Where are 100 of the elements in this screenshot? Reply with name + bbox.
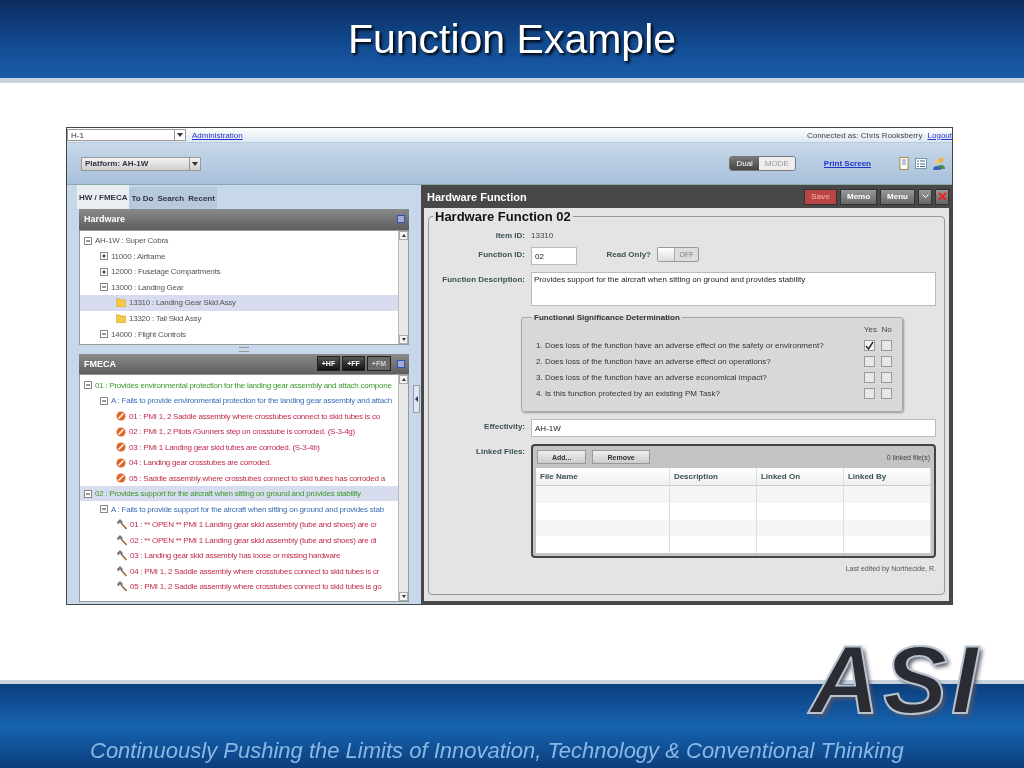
checkbox[interactable] bbox=[881, 372, 892, 383]
column-header[interactable]: Linked By bbox=[843, 468, 931, 486]
tree-row[interactable]: 13310 : Landing Gear Skid Assy bbox=[80, 295, 398, 311]
header-button[interactable]: Memo bbox=[840, 188, 878, 205]
tree-label: AH-1W : Super Cobra bbox=[95, 236, 169, 246]
tree-label: 12000 : Fuselage Compartments bbox=[111, 267, 221, 277]
column-header[interactable]: File Name bbox=[536, 468, 670, 486]
tree-row[interactable]: 03 : PMI 1 Landing gear skid tubes are corroded. (S-3-4b) bbox=[80, 439, 398, 455]
tree-label: 11000 : Airframe bbox=[111, 251, 166, 261]
hammer-icon bbox=[116, 565, 127, 577]
checkbox[interactable] bbox=[881, 340, 892, 351]
tree-label: 13310 : Landing Gear Skid Assy bbox=[129, 298, 236, 308]
checkbox[interactable] bbox=[864, 372, 875, 383]
close-button[interactable] bbox=[935, 188, 949, 205]
checkbox[interactable] bbox=[881, 356, 892, 367]
tree-row[interactable]: 01 : Provides environmental protection for the landing gear assembly and attach compone bbox=[80, 377, 398, 393]
collapse-handle[interactable] bbox=[413, 385, 420, 413]
question-text: 2. Does loss of the function have an adverse effect on operations? bbox=[535, 357, 772, 366]
tree-row[interactable]: 14000 : Flight Controls bbox=[80, 326, 398, 342]
column-header[interactable]: Description bbox=[669, 468, 757, 486]
hammer-icon bbox=[116, 550, 127, 562]
collapse-icon[interactable] bbox=[84, 236, 92, 245]
tree-label: 13320 : Tail Skid Assy bbox=[129, 314, 202, 324]
expand-icon[interactable] bbox=[100, 252, 108, 261]
collapse-icon[interactable] bbox=[100, 505, 108, 514]
panel-tab[interactable]: Search bbox=[155, 187, 187, 209]
caret-icon bbox=[921, 194, 929, 199]
people-icon[interactable] bbox=[933, 157, 946, 170]
tree-label: 04 : Landing gear crosstubes are corroded. bbox=[129, 458, 272, 468]
tree-row[interactable]: A : Fails to provide support for the aircraft when sitting on ground and provides stab bbox=[80, 501, 398, 517]
panel-title: Hardware bbox=[84, 214, 127, 225]
slogan: Continuously Pushing the Limits of Innovation, Technology & Conventional Thinking bbox=[90, 738, 904, 764]
input-field[interactable]: 02 bbox=[531, 247, 577, 265]
administration-link[interactable]: Administration bbox=[192, 130, 243, 140]
tree-row[interactable]: 02 : ** OPEN ** PMI 1 Landing gear skid assembly (tube and shoes) are di bbox=[80, 532, 398, 548]
expand-icon[interactable] bbox=[100, 267, 108, 276]
collapse-icon[interactable] bbox=[84, 381, 92, 390]
panel-tab[interactable]: Recent bbox=[186, 187, 217, 209]
print-screen-link[interactable]: Print Screen bbox=[823, 159, 871, 168]
tree-row[interactable]: A : Fails to provide environmental protection for the landing gear assembly and attach bbox=[80, 392, 398, 409]
panel-tab[interactable]: HW / FMECA bbox=[77, 185, 130, 209]
hammer-icon bbox=[116, 534, 127, 546]
prohibited-icon bbox=[116, 442, 126, 453]
tree-label: 01 : PMI 1, 2 Saddle assembly where crosstubes connect to skid tubes is co bbox=[129, 411, 380, 421]
column-header: Yes bbox=[864, 325, 875, 334]
tree-row[interactable]: 05 : PMI 1, 2 Saddle assembly where crosstubes connect to skid tubes is go bbox=[80, 578, 398, 595]
tree-label: 02 : Provides support for the aircraft when sitting on ground and provides stability bbox=[95, 489, 361, 499]
input-field[interactable]: AH-1W bbox=[531, 419, 936, 437]
field-label: Function ID: bbox=[477, 249, 525, 259]
tree-row[interactable]: 05 : Saddle assembly where crosstubes connect to skid tubes has corroded a bbox=[80, 470, 398, 486]
panel-title: Hardware Function bbox=[427, 190, 528, 203]
unit-select[interactable]: H-1 bbox=[67, 129, 186, 141]
collapse-icon[interactable] bbox=[100, 283, 108, 292]
scrollbar[interactable] bbox=[398, 230, 408, 344]
mode-option[interactable]: Dual bbox=[730, 157, 759, 170]
scrollbar[interactable] bbox=[398, 375, 408, 601]
platform-select[interactable]: Platform: AH-1W bbox=[81, 156, 201, 171]
tree-row[interactable]: 01 : PMI 1, 2 Saddle assembly where crosstubes connect to skid tubes is co bbox=[80, 408, 398, 424]
window-icon[interactable] bbox=[397, 359, 405, 368]
tree-row[interactable]: 04 : Landing gear crosstubes are corroded. bbox=[80, 454, 398, 471]
panel-tab[interactable]: To Do bbox=[129, 187, 156, 209]
logout-link[interactable]: Logout bbox=[927, 130, 952, 140]
caret-icon bbox=[174, 130, 185, 140]
hammer-icon bbox=[116, 519, 127, 531]
checkbox[interactable] bbox=[864, 340, 875, 351]
tree-row[interactable]: 13000 : Landing Gear bbox=[80, 279, 398, 296]
window-icon[interactable] bbox=[397, 215, 405, 224]
notebook-icon[interactable] bbox=[899, 157, 909, 170]
text-area[interactable]: Provides support for the aircraft when sitting on ground and provides stability bbox=[531, 272, 936, 306]
field-label: Read Only? bbox=[605, 249, 651, 259]
collapse-icon[interactable] bbox=[100, 396, 108, 405]
tree-label: 01 : Provides environmental protection for the landing gear assembly and attach compone bbox=[95, 380, 392, 390]
section-title: Hardware Function 02 bbox=[434, 209, 572, 224]
menu-dropdown-button[interactable] bbox=[918, 188, 932, 205]
tree-row[interactable]: 04 : PMI 1, 2 Saddle assembly where crosstubes connect to skid tubes is cr bbox=[80, 563, 398, 579]
checkbox[interactable] bbox=[864, 388, 875, 399]
header-button[interactable]: Menu bbox=[880, 188, 915, 205]
tree-row[interactable]: 11000 : Airframe bbox=[80, 248, 398, 264]
tree-label: 04 : PMI 1, 2 Saddle assembly where crosstubes connect to skid tubes is cr bbox=[130, 566, 380, 576]
field-value: 13310 bbox=[531, 230, 554, 240]
tree-row[interactable]: 12000 : Fuselage Compartments bbox=[80, 263, 398, 280]
list-icon[interactable] bbox=[915, 158, 927, 169]
column-header[interactable]: Linked On bbox=[756, 468, 844, 486]
caret-icon bbox=[189, 157, 200, 170]
tree-row[interactable]: 03 : Landing gear skid assembly has loose or missing hardware bbox=[80, 547, 398, 564]
tree-label: A : Fails to provide environmental protection for the landing gear assembly and attach bbox=[111, 396, 392, 406]
collapse-icon[interactable] bbox=[100, 330, 108, 339]
tree-row[interactable]: 02 : PMI 1, 2 Pilots /Gunners step on crosstube is corroded. (S-3-4g) bbox=[80, 423, 398, 440]
section-title: Functional Significance Determination bbox=[533, 313, 681, 322]
checkbox[interactable] bbox=[864, 356, 875, 367]
collapse-icon[interactable] bbox=[84, 489, 92, 498]
tree-label: A : Fails to provide support for the aircraft when sitting on ground and provides stab bbox=[111, 504, 384, 514]
tree-row[interactable]: AH-1W : Super Cobra bbox=[80, 232, 398, 249]
panel-title: FMECA bbox=[84, 358, 117, 369]
question-text: 4. Is this function protected by an existing PM Task? bbox=[535, 389, 721, 398]
tree-label: 03 : PMI 1 Landing gear skid tubes are corroded. (S-3-4b) bbox=[129, 442, 320, 452]
tree-row[interactable]: 13320 : Tail Skid Assy bbox=[80, 310, 398, 327]
field-label: Linked Files: bbox=[475, 446, 525, 456]
checkbox[interactable] bbox=[881, 388, 892, 399]
tree-row[interactable]: 01 : ** OPEN ** PMI 1 Landing gear skid assembly (tube and shoes) are cr bbox=[80, 516, 398, 533]
